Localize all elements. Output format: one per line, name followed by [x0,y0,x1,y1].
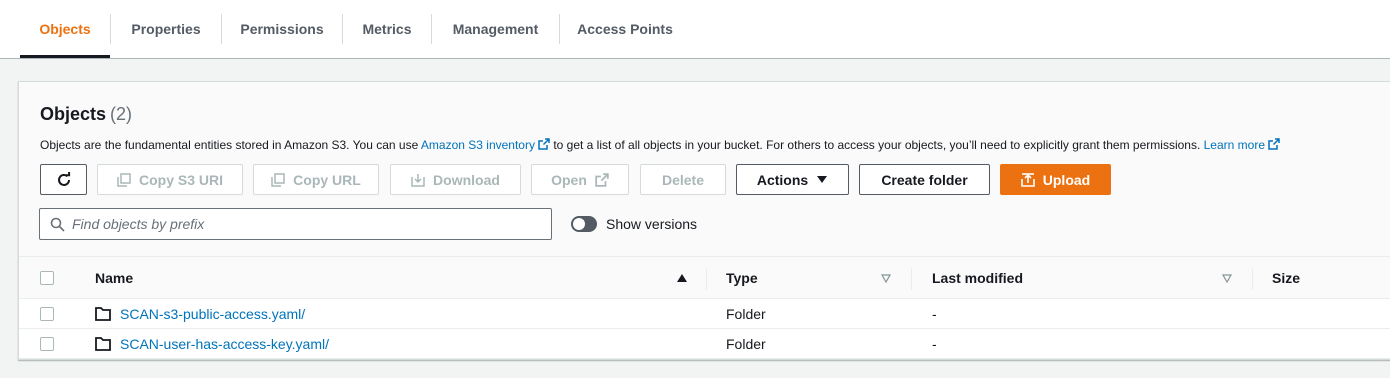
copy-icon [271,172,285,187]
row-checkbox[interactable] [40,307,54,321]
external-link-icon [595,172,609,187]
column-header-last-modified[interactable]: Last modified [932,257,1023,299]
create-folder-label: Create folder [881,171,968,188]
external-link-icon [1268,138,1280,150]
create-folder-button[interactable]: Create folder [859,164,990,195]
tab-properties[interactable]: Properties [111,0,221,58]
upload-icon [1020,172,1035,187]
actions-dropdown-button[interactable]: Actions [736,164,849,195]
actions-label: Actions [756,171,809,188]
tab-management[interactable]: Management [432,0,559,58]
refresh-button[interactable] [40,164,87,195]
sort-ascending-icon[interactable] [676,273,688,283]
show-versions-label: Show versions [606,216,698,232]
delete-button[interactable]: Delete [640,164,726,195]
tab-access-points[interactable]: Access Points [560,0,690,58]
column-divider [706,268,707,290]
table-header: Name Type Last modified Size [19,257,1390,299]
objects-panel: Objects (2) Objects are the fundamental e… [18,81,1390,360]
active-tab-indicator [20,55,110,58]
tab-permissions[interactable]: Permissions [222,0,342,58]
description-text: Objects are the fundamental entities sto… [40,138,421,152]
download-label: Download [433,171,500,188]
object-name-link[interactable]: SCAN-s3-public-access.yaml/ [120,299,305,329]
copy-url-button[interactable]: Copy URL [253,164,379,195]
sort-descending-icon[interactable] [881,274,891,283]
learn-more-link[interactable]: Learn more [1204,138,1265,152]
search-input[interactable] [72,209,542,239]
copy-url-label: Copy URL [293,171,361,188]
row-checkbox[interactable] [40,337,54,351]
sort-descending-icon[interactable] [1222,274,1232,283]
upload-label: Upload [1042,171,1091,188]
tab-bar: Objects Properties Permissions Metrics M… [0,0,1390,59]
toggle-knob [573,218,585,230]
page-title: Objects (2) [40,104,132,125]
objects-heading: Objects [40,104,107,124]
folder-icon [95,307,111,321]
tab-metrics[interactable]: Metrics [343,0,431,58]
object-type: Folder [726,306,766,322]
column-divider [1252,268,1253,290]
object-last-modified: - [932,306,937,322]
objects-count: (2) [110,104,133,124]
object-name-link[interactable]: SCAN-user-has-access-key.yaml/ [120,329,329,359]
copy-s3-uri-label: Copy S3 URI [138,171,223,188]
column-divider [911,268,912,290]
s3-inventory-link[interactable]: Amazon S3 inventory [421,138,535,152]
column-header-size[interactable]: Size [1272,257,1300,299]
object-last-modified: - [932,336,937,352]
table-row[interactable]: SCAN-user-has-access-key.yaml/ Folder - [19,329,1390,359]
search-icon [50,217,65,232]
objects-description: Objects are the fundamental entities sto… [40,138,1280,152]
copy-s3-uri-button[interactable]: Copy S3 URI [97,164,243,195]
column-header-name[interactable]: Name [95,257,133,299]
refresh-icon [57,171,70,186]
caret-down-icon [817,175,828,183]
show-versions-toggle[interactable] [571,216,597,232]
delete-label: Delete [661,171,705,188]
column-header-type[interactable]: Type [726,257,758,299]
upload-button[interactable]: Upload [1000,164,1111,195]
select-all-checkbox[interactable] [40,271,54,285]
open-button[interactable]: Open [531,164,629,195]
search-box [39,208,552,240]
download-button[interactable]: Download [390,164,521,195]
download-icon [411,173,425,187]
object-type: Folder [726,336,766,352]
table-row[interactable]: SCAN-s3-public-access.yaml/ Folder - [19,299,1390,329]
description-text: to get a list of all objects in your buc… [549,138,1204,152]
tab-objects[interactable]: Objects [20,0,110,58]
copy-icon [117,172,131,187]
folder-icon [95,337,111,351]
external-link-icon [538,138,550,150]
open-label: Open [551,171,587,188]
